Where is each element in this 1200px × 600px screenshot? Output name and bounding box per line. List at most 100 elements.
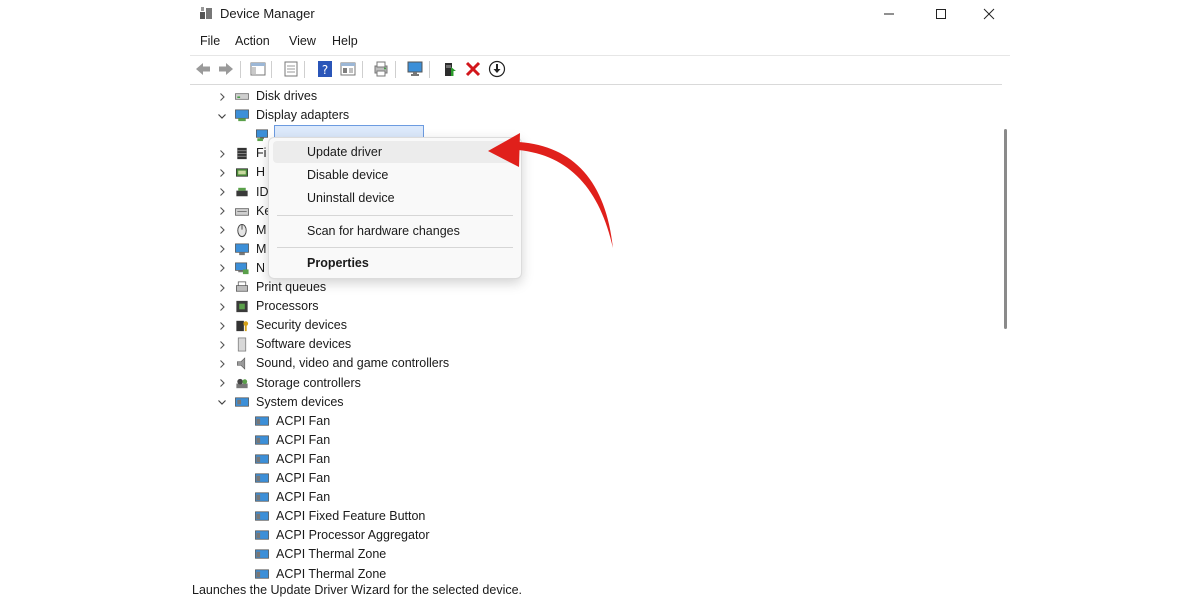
- tree-child-item[interactable]: ACPI Fan: [190, 412, 990, 431]
- menu-help[interactable]: Help: [332, 34, 358, 48]
- tree-item-label: ACPI Thermal Zone: [276, 547, 387, 562]
- chevron-right-icon[interactable]: [217, 297, 227, 316]
- tree-category-item[interactable]: System devices: [190, 393, 990, 412]
- tree-child-item[interactable]: ACPI Thermal Zone: [190, 545, 990, 564]
- tree-child-item[interactable]: ACPI Fan: [190, 488, 990, 507]
- maximize-icon: [936, 9, 946, 19]
- scrollbar-thumb[interactable]: [1004, 129, 1007, 329]
- chevron-right-icon[interactable]: [217, 240, 227, 259]
- ide-controller-icon: [236, 187, 248, 196]
- tree-child-item[interactable]: ACPI Thermal Zone: [190, 565, 990, 580]
- chevron-right-icon[interactable]: [217, 278, 227, 297]
- update-driver-icon[interactable]: [441, 60, 459, 78]
- chevron-down-icon[interactable]: [217, 393, 227, 412]
- chevron-right-icon[interactable]: [217, 144, 227, 163]
- menu-file[interactable]: File: [200, 34, 220, 48]
- view-icon[interactable]: [339, 60, 357, 78]
- tree-item-label: N: [256, 260, 266, 275]
- chevron-right-icon[interactable]: [217, 335, 227, 354]
- back-arrow-icon[interactable]: [194, 60, 212, 78]
- toolbar-separator: [304, 61, 305, 78]
- device-manager-icon: [200, 7, 212, 19]
- chevron-right-icon[interactable]: [217, 316, 227, 335]
- tree-item-label: Processors: [256, 299, 319, 314]
- chevron-right-icon[interactable]: [217, 202, 227, 221]
- title-bar: Device Manager: [190, 0, 1010, 28]
- maximize-button[interactable]: [918, 0, 964, 28]
- mouse-icon: [237, 223, 247, 237]
- tree-category-item[interactable]: Security devices: [190, 316, 990, 335]
- print-queue-icon: [236, 281, 248, 292]
- tree-item-label: Storage controllers: [256, 375, 361, 390]
- minimize-button[interactable]: [866, 0, 912, 28]
- tree-item-label: ACPI Fan: [276, 432, 331, 447]
- menu-view[interactable]: View: [289, 34, 316, 48]
- chevron-right-icon[interactable]: [217, 259, 227, 278]
- toolbar-separator: [395, 61, 396, 78]
- properties-label: Properties: [307, 256, 369, 270]
- tree-category-item[interactable]: Software devices: [190, 335, 990, 354]
- tree-child-item[interactable]: ACPI Fan: [190, 450, 990, 469]
- tree-child-item[interactable]: ACPI Fan: [190, 431, 990, 450]
- tree-item-label: M: [256, 222, 267, 237]
- window-title: Device Manager: [220, 6, 315, 21]
- update-driver-label: Update driver: [307, 145, 383, 159]
- menu-action[interactable]: Action: [235, 34, 270, 48]
- chevron-right-icon[interactable]: [217, 354, 227, 373]
- toolbar-separator: [240, 61, 241, 78]
- tree-item-label: ID: [256, 184, 269, 199]
- tree-child-item[interactable]: ACPI Processor Aggregator: [190, 526, 990, 545]
- vertical-scrollbar[interactable]: [1002, 84, 1010, 578]
- processor-icon: [236, 300, 248, 313]
- system-device-icon: [255, 454, 269, 464]
- toolbar-separator: [429, 61, 430, 78]
- tree-item-label: Security devices: [256, 318, 348, 333]
- svg-text:?: ?: [322, 63, 328, 77]
- tree-item-label: Disk drives: [256, 89, 318, 103]
- disable-device-icon[interactable]: [488, 60, 506, 78]
- tree-category-item[interactable]: Disk drives: [190, 87, 990, 106]
- tree-item-label: Fi: [256, 146, 267, 161]
- properties-sheet-icon[interactable]: [282, 60, 300, 78]
- show-hide-console-tree-icon[interactable]: [249, 60, 267, 78]
- tree-item-label: Sound, video and game controllers: [256, 356, 450, 371]
- tree-item-label: Display adapters: [256, 108, 350, 123]
- chevron-right-icon[interactable]: [217, 87, 227, 106]
- tree-item-label: M: [256, 241, 267, 256]
- tree-category-item[interactable]: Processors: [190, 297, 990, 316]
- sound-icon: [237, 357, 246, 371]
- system-devices-icon: [235, 397, 249, 407]
- human-interface-icon: [236, 168, 248, 178]
- tree-category-item[interactable]: Sound, video and game controllers: [190, 354, 990, 373]
- system-device-icon: [255, 473, 269, 483]
- toolbar-separator: [362, 61, 363, 78]
- uninstall-device-icon[interactable]: [464, 60, 482, 78]
- close-button[interactable]: [966, 0, 1012, 28]
- chevron-right-icon[interactable]: [217, 163, 227, 182]
- chevron-right-icon[interactable]: [217, 183, 227, 202]
- uninstall-device-label: Uninstall device: [307, 191, 395, 205]
- tree-item-label: ACPI Fixed Feature Button: [276, 509, 426, 524]
- red-pointer-arrow-icon: [488, 133, 613, 248]
- menu-bar: File Action View Help: [190, 30, 1010, 52]
- tree-child-item[interactable]: ACPI Fan: [190, 469, 990, 488]
- toolbar-separator: [271, 61, 272, 78]
- scan-hardware-monitor-icon[interactable]: [406, 60, 424, 78]
- system-device-icon: [255, 511, 269, 521]
- tree-item-label: Software devices: [256, 337, 352, 352]
- storage-controller-icon: [236, 378, 248, 388]
- tree-category-item[interactable]: Print queues: [190, 278, 990, 297]
- keyboard-icon: [235, 207, 249, 216]
- chevron-right-icon[interactable]: [217, 221, 227, 240]
- chevron-down-icon[interactable]: [217, 106, 227, 125]
- tree-category-item[interactable]: Storage controllers: [190, 374, 990, 393]
- help-icon[interactable]: ?: [316, 60, 334, 78]
- system-device-icon: [255, 416, 269, 426]
- chevron-right-icon[interactable]: [217, 374, 227, 393]
- system-device-icon: [255, 530, 269, 540]
- print-icon[interactable]: [372, 60, 390, 78]
- tree-item-label: ACPI Thermal Zone: [276, 566, 387, 580]
- tree-item-label: ACPI Fan: [276, 490, 331, 505]
- tree-child-item[interactable]: ACPI Fixed Feature Button: [190, 507, 990, 526]
- forward-arrow-icon[interactable]: [217, 60, 235, 78]
